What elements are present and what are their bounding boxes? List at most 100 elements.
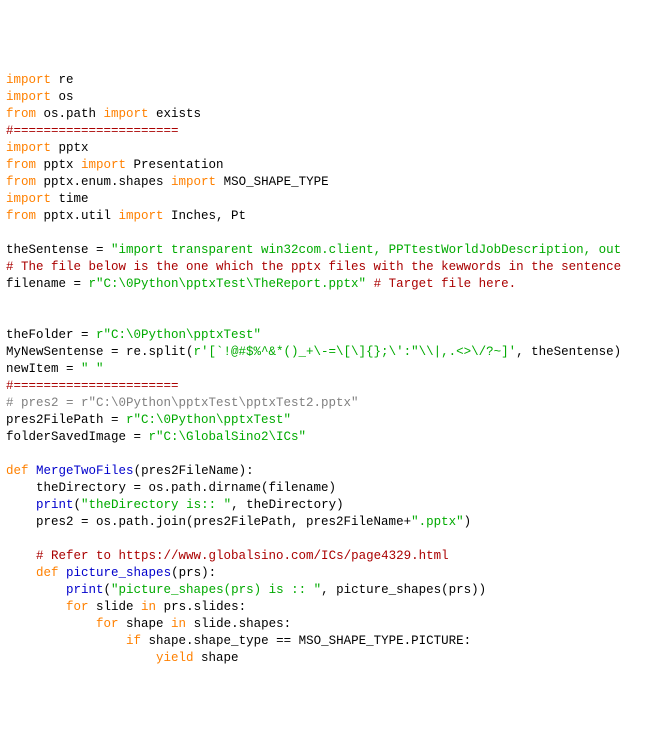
- code-token: [6, 549, 36, 563]
- code-token: MergeTwoFiles: [36, 464, 134, 478]
- code-token: shape: [119, 617, 172, 631]
- code-token: re: [51, 73, 74, 87]
- code-token: pres2FilePath =: [6, 413, 126, 427]
- code-token: theFolder =: [6, 328, 96, 342]
- code-line: import os: [6, 89, 652, 106]
- code-token: " ": [81, 362, 104, 376]
- code-token: import: [104, 107, 149, 121]
- code-token: pptx.enum.shapes: [36, 175, 171, 189]
- code-token: [6, 226, 14, 240]
- code-token: prs.slides:: [156, 600, 246, 614]
- code-token: pptx.util: [36, 209, 119, 223]
- code-token: print: [66, 583, 104, 597]
- code-token: r"C:\0Python\pptxTest": [96, 328, 261, 342]
- code-token: [6, 617, 96, 631]
- code-token: #======================: [6, 124, 179, 138]
- code-token: # Target file here.: [374, 277, 517, 291]
- code-token: [6, 566, 36, 580]
- code-token: if: [126, 634, 141, 648]
- code-line: def MergeTwoFiles(pres2FileName):: [6, 463, 652, 480]
- code-line: newItem = " ": [6, 361, 652, 378]
- code-line: MyNewSentense = re.split(r'[`!@#$%^&*()_…: [6, 344, 652, 361]
- code-token: [6, 532, 14, 546]
- code-token: pptx: [36, 158, 81, 172]
- code-token: (: [104, 583, 112, 597]
- code-line: [6, 446, 652, 463]
- code-line: filename = r"C:\0Python\pptxTest\TheRepo…: [6, 276, 652, 293]
- code-token: [6, 498, 36, 512]
- code-token: time: [51, 192, 89, 206]
- code-line: if shape.shape_type == MSO_SHAPE_TYPE.PI…: [6, 633, 652, 650]
- code-token: theDirectory = os.path.dirname(filename): [6, 481, 336, 495]
- code-line: import pptx: [6, 140, 652, 157]
- code-token: (pres2FileName):: [134, 464, 254, 478]
- code-token: # Refer to https://www.globalsino.com/IC…: [36, 549, 449, 563]
- code-token: in: [171, 617, 186, 631]
- code-token: #======================: [6, 379, 179, 393]
- code-token: folderSavedImage =: [6, 430, 149, 444]
- code-token: "import transparent win32com.client, PPT…: [111, 243, 621, 257]
- code-token: for: [66, 600, 89, 614]
- code-token: from: [6, 209, 36, 223]
- code-line: pres2 = os.path.join(pres2FilePath, pres…: [6, 514, 652, 531]
- code-line: for shape in slide.shapes:: [6, 616, 652, 633]
- code-token: from: [6, 107, 36, 121]
- code-token: # The file below is the one which the pp…: [6, 260, 621, 274]
- code-line: pres2FilePath = r"C:\0Python\pptxTest": [6, 412, 652, 429]
- code-token: slide.shapes:: [186, 617, 291, 631]
- code-line: [6, 531, 652, 548]
- code-token: "theDirectory is:: ": [81, 498, 231, 512]
- code-token: [59, 566, 67, 580]
- code-line: from pptx import Presentation: [6, 157, 652, 174]
- code-token: def: [6, 464, 29, 478]
- code-token: "picture_shapes(prs) is :: ": [111, 583, 321, 597]
- code-token: for: [96, 617, 119, 631]
- code-token: import: [6, 192, 51, 206]
- code-line: theDirectory = os.path.dirname(filename): [6, 480, 652, 497]
- code-token: import: [6, 90, 51, 104]
- code-token: r"C:\0Python\pptxTest": [126, 413, 291, 427]
- code-token: # pres2 = r"C:\0Python\pptxTest\pptxTest…: [6, 396, 359, 410]
- code-token: , theDirectory): [231, 498, 344, 512]
- code-token: [6, 634, 126, 648]
- code-token: Inches, Pt: [164, 209, 247, 223]
- code-line: # Refer to https://www.globalsino.com/IC…: [6, 548, 652, 565]
- code-token: picture_shapes: [66, 566, 171, 580]
- code-block: import reimport osfrom os.path import ex…: [6, 72, 652, 667]
- code-line: [6, 225, 652, 242]
- code-token: [29, 464, 37, 478]
- code-token: import: [171, 175, 216, 189]
- code-token: filename =: [6, 277, 89, 291]
- code-token: , picture_shapes(prs)): [321, 583, 486, 597]
- code-token: slide: [89, 600, 142, 614]
- code-line: def picture_shapes(prs):: [6, 565, 652, 582]
- code-token: shape: [194, 651, 239, 665]
- code-token: MSO_SHAPE_TYPE: [216, 175, 329, 189]
- code-token: os: [51, 90, 74, 104]
- code-token: MyNewSentense = re.split(: [6, 345, 194, 359]
- code-line: #======================: [6, 378, 652, 395]
- code-line: theFolder = r"C:\0Python\pptxTest": [6, 327, 652, 344]
- code-token: r'[`!@#$%^&*()_+\-=\[\]{};\':"\\|,.<>\/?…: [194, 345, 517, 359]
- code-token: (prs):: [171, 566, 216, 580]
- code-token: print: [36, 498, 74, 512]
- code-token: pptx: [51, 141, 89, 155]
- code-line: for slide in prs.slides:: [6, 599, 652, 616]
- code-line: folderSavedImage = r"C:\GlobalSino2\ICs": [6, 429, 652, 446]
- code-line: from os.path import exists: [6, 106, 652, 123]
- code-token: newItem =: [6, 362, 81, 376]
- code-token: exists: [149, 107, 202, 121]
- code-token: import: [119, 209, 164, 223]
- code-token: [6, 600, 66, 614]
- code-line: import re: [6, 72, 652, 89]
- code-line: print("picture_shapes(prs) is :: ", pict…: [6, 582, 652, 599]
- code-token: os.path: [36, 107, 104, 121]
- code-line: import time: [6, 191, 652, 208]
- code-token: shape.shape_type == MSO_SHAPE_TYPE.PICTU…: [141, 634, 471, 648]
- code-token: [6, 651, 156, 665]
- code-token: ".pptx": [411, 515, 464, 529]
- code-token: yield: [156, 651, 194, 665]
- code-token: import: [6, 141, 51, 155]
- code-token: (: [74, 498, 82, 512]
- code-token: [6, 583, 66, 597]
